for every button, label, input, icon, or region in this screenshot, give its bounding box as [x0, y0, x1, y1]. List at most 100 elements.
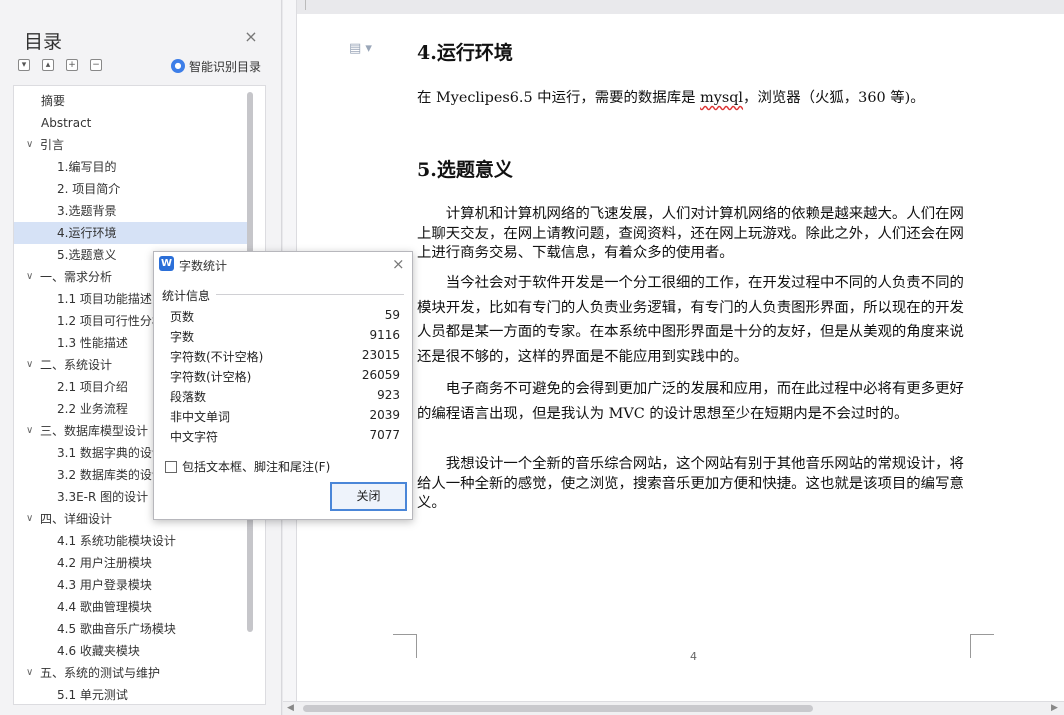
toc-item-label: 4.2 用户注册模块: [57, 556, 152, 570]
word-count-dialog: W 字数统计 × 统计信息 页数 59 字数 9116 字符数(不计空格) 23015 字符…: [153, 251, 413, 520]
toc-item[interactable]: 3.选题背景: [14, 200, 248, 222]
toc-item[interactable]: ∨ 引言: [14, 134, 248, 156]
stat-value: 923: [377, 388, 400, 402]
toc-item-label: 引言: [40, 138, 65, 152]
expand-chevron-icon[interactable]: ∨: [26, 134, 33, 156]
toc-item-label: 5.1 单元测试: [57, 688, 128, 702]
toc-item[interactable]: Abstract: [14, 112, 248, 134]
toc-item[interactable]: 5.1 单元测试: [14, 684, 248, 704]
margin-mark-right: [970, 634, 994, 658]
stat-row: 段落数 923: [170, 388, 400, 408]
toc-close-icon[interactable]: ×: [244, 29, 258, 45]
toc-item[interactable]: 2. 项目简介: [14, 178, 248, 200]
stat-value: 59: [384, 308, 400, 322]
stat-row: 非中文单词 2039: [170, 408, 400, 428]
stat-label: 字数: [170, 330, 195, 344]
checkbox-label: 包括文本框、脚注和尾注(F): [182, 460, 331, 474]
dialog-titlebar[interactable]: W 字数统计 ×: [154, 252, 412, 278]
toc-item-label: 4.运行环境: [57, 226, 117, 240]
toc-item-label: 2.1 项目介绍: [57, 380, 128, 394]
toc-item[interactable]: 1.编写目的: [14, 156, 248, 178]
dialog-close-icon[interactable]: ×: [392, 255, 405, 273]
stat-value: 26059: [361, 368, 400, 382]
scroll-right-icon[interactable]: ▶: [1051, 703, 1058, 713]
stat-row: 页数 59: [170, 308, 400, 328]
expand-chevron-icon[interactable]: ∨: [26, 420, 33, 442]
stat-row: 字符数(计空格) 26059: [170, 368, 400, 388]
toc-item-label: 4.4 歌曲管理模块: [57, 600, 152, 614]
toc-title: 目录: [24, 31, 63, 53]
env-paragraph: 在 Myeclipes6.5 中运行，需要的数据库是 mysql，浏览器（火狐，…: [417, 86, 970, 111]
smart-toc-button[interactable]: ● 智能识别目录: [171, 58, 261, 74]
toc-item[interactable]: 4.4 歌曲管理模块: [14, 596, 248, 618]
margin-mark-left: [393, 634, 417, 658]
stat-row: 中文字符 7077: [170, 428, 400, 448]
toc-item[interactable]: 4.运行环境: [14, 222, 248, 244]
expand-up-icon[interactable]: ▴: [42, 59, 54, 71]
toc-item-label: 五、系统的测试与维护: [40, 666, 161, 680]
page-top-gap: [297, 0, 1064, 14]
dialog-title: 字数统计: [179, 259, 228, 273]
stat-value: 2039: [369, 408, 400, 422]
stat-value: 9116: [369, 328, 400, 342]
include-textbox-checkbox[interactable]: 包括文本框、脚注和尾注(F): [165, 458, 330, 475]
toc-item[interactable]: 4.2 用户注册模块: [14, 552, 248, 574]
toc-item[interactable]: 4.3 用户登录模块: [14, 574, 248, 596]
smart-toc-label: 智能识别目录: [189, 59, 262, 74]
env-text-pre: 在 Myeclipes6.5 中运行，需要的数据库是: [417, 90, 701, 106]
toc-item-label: 5.选题意义: [57, 248, 117, 262]
expand-chevron-icon[interactable]: ∨: [26, 266, 33, 288]
toc-item-label: 1.2 项目可行性分析: [57, 314, 164, 328]
stat-label: 字符数(计空格): [170, 370, 252, 384]
paragraph-menu-icon[interactable]: ▤ ▾: [349, 41, 372, 56]
spellcheck-word[interactable]: mysql: [700, 90, 743, 106]
env-text-post: ，浏览器（火狐，360 等)。: [743, 90, 925, 106]
toc-item-label: 3.3E-R 图的设计: [57, 490, 149, 504]
toc-item-label: 4.1 系统功能模块设计: [57, 534, 176, 548]
remove-heading-icon[interactable]: −: [90, 59, 102, 71]
toc-item-label: 摘要: [41, 94, 66, 108]
page-number: 4: [690, 650, 697, 663]
wps-logo-icon: W: [159, 256, 174, 271]
horizontal-scrollbar[interactable]: ◀ ▶: [283, 701, 1064, 715]
collapse-all-icon[interactable]: ▾: [18, 59, 30, 71]
toc-item[interactable]: 4.5 歌曲音乐广场模块: [14, 618, 248, 640]
toc-item-label: 4.3 用户登录模块: [57, 578, 152, 592]
stat-value: 23015: [361, 348, 400, 362]
expand-chevron-icon[interactable]: ∨: [26, 354, 33, 376]
toc-item-label: 4.5 歌曲音乐广场模块: [57, 622, 176, 636]
toc-item-label: 1.编写目的: [57, 160, 117, 174]
close-button[interactable]: 关闭: [330, 482, 407, 511]
scroll-left-icon[interactable]: ◀: [287, 703, 294, 713]
group-divider: [216, 294, 404, 295]
toc-item-label: 一、需求分析: [40, 270, 113, 284]
toc-item-label: 3.2 数据库类的设计: [57, 468, 164, 482]
toc-item-label: 4.6 收藏夹模块: [57, 644, 140, 658]
stat-label: 中文字符: [170, 430, 219, 444]
paragraph-1: 计算机和计算机网络的飞速发展，人们对计算机网络的依赖是越来越大。人们在网上聊天交…: [417, 206, 964, 261]
paragraph-3: 电子商务不可避免的会得到更加广泛的发展和应用，而在此过程中必将有更多更好的编程语…: [417, 381, 964, 422]
heading-run-env: 4.运行环境: [417, 42, 513, 64]
toc-item[interactable]: 摘要: [14, 90, 248, 112]
paragraph-4: 我想设计一个全新的音乐综合网站，这个网站有别于其他音乐网站的常规设计，将给人一种…: [417, 456, 964, 511]
toc-item-label: 四、详细设计: [40, 512, 113, 526]
stat-label: 页数: [170, 310, 195, 324]
toc-item-label: 1.1 项目功能描述: [57, 292, 152, 306]
toc-item[interactable]: 4.6 收藏夹模块: [14, 640, 248, 662]
toc-item-label: Abstract: [41, 116, 92, 130]
expand-chevron-icon[interactable]: ∨: [26, 508, 33, 530]
toc-item[interactable]: ∨ 五、系统的测试与维护: [14, 662, 248, 684]
toc-item-label: 3.1 数据字典的设计: [57, 446, 164, 460]
stat-label: 非中文单词: [170, 410, 231, 424]
checkbox-box[interactable]: [165, 460, 177, 473]
stats-group-label: 统计信息: [162, 289, 211, 303]
toc-item-label: 1.3 性能描述: [57, 336, 128, 350]
toc-item[interactable]: 4.1 系统功能模块设计: [14, 530, 248, 552]
add-heading-icon[interactable]: +: [66, 59, 78, 71]
stat-row: 字符数(不计空格) 23015: [170, 348, 400, 368]
expand-chevron-icon[interactable]: ∨: [26, 662, 33, 684]
heading-significance: 5.选题意义: [417, 159, 513, 181]
horizontal-scroll-thumb[interactable]: [303, 705, 813, 712]
ai-robot-icon: ●: [171, 59, 185, 73]
stat-row: 字数 9116: [170, 328, 400, 348]
